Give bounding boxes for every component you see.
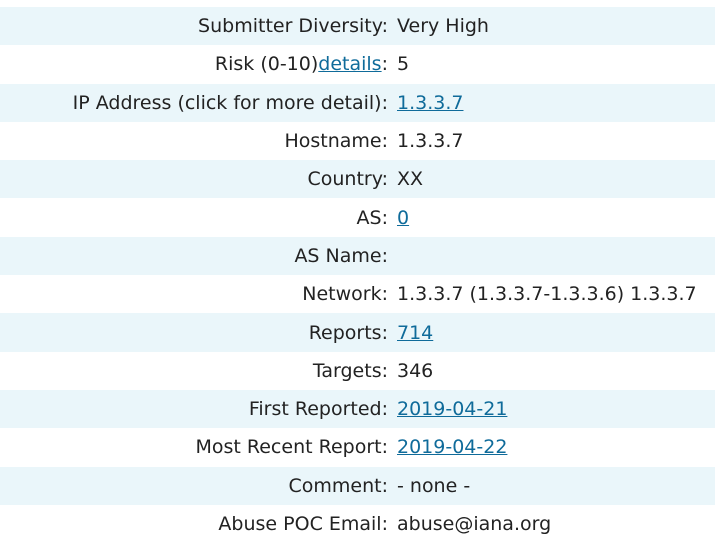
value-abuse-poc-email: abuse@iana.org <box>397 513 552 535</box>
row-country: Country: XX <box>0 160 715 199</box>
first-reported-link[interactable]: 2019-04-21 <box>397 398 507 420</box>
label-hostname: Hostname <box>284 130 382 153</box>
row-most-recent-report: Most Recent Report: 2019-04-22 <box>0 428 715 466</box>
label-as-name: AS Name <box>294 244 382 267</box>
as-number-link[interactable]: 0 <box>397 207 409 229</box>
label-comment: Comment <box>288 474 382 497</box>
label-as: AS <box>356 206 382 229</box>
label-reports: Reports <box>308 321 382 344</box>
value-comment: - none - <box>397 474 471 497</box>
label-separator: : <box>381 244 388 267</box>
row-as-name: AS Name: <box>0 236 715 276</box>
reports-link[interactable]: 714 <box>397 322 433 344</box>
label-most-recent-report: Most Recent Report <box>195 436 382 459</box>
label-network: Network <box>302 283 382 306</box>
label-country: Country <box>307 168 382 191</box>
row-reports: Reports: 714 <box>0 313 715 352</box>
row-first-reported: First Reported: 2019-04-21 <box>0 389 715 429</box>
value-network: 1.3.3.7 (1.3.3.7-1.3.3.6) 1.3.3.7 <box>397 283 697 306</box>
row-network: Network: 1.3.3.7 (1.3.3.7-1.3.3.6) 1.3.3… <box>0 275 715 313</box>
row-ip-address: IP Address (click for more detail): 1.3.… <box>0 83 715 122</box>
value-hostname: 1.3.3.7 <box>397 130 464 153</box>
label-submitter-diversity: Submitter Diversity <box>198 15 382 38</box>
row-submitter-diversity: Submitter Diversity: Very High <box>0 7 715 46</box>
label-targets: Targets <box>312 359 382 382</box>
row-risk: Risk (0-10)details: 5 <box>0 45 715 83</box>
value-country: XX <box>397 168 424 191</box>
row-targets: Targets: 346 <box>0 352 715 390</box>
label-risk: Risk (0-10) <box>214 53 319 76</box>
most-recent-report-link[interactable]: 2019-04-22 <box>397 436 507 458</box>
ip-address-link[interactable]: 1.3.3.7 <box>397 92 463 114</box>
row-comment: Comment: - none - <box>0 466 715 505</box>
value-submitter-diversity: Very High <box>397 15 489 38</box>
label-first-reported: First Reported <box>248 398 382 421</box>
value-risk: 5 <box>397 53 410 76</box>
ip-info-table: Submitter Diversity: Very High Risk (0-1… <box>0 7 715 543</box>
row-hostname: Hostname: 1.3.3.7 <box>0 122 715 160</box>
risk-details-link[interactable]: details <box>318 53 381 75</box>
label-abuse-poc-email: Abuse POC Email <box>218 513 382 535</box>
value-targets: 346 <box>397 359 434 382</box>
row-abuse-poc-email: Abuse POC Email: abuse@iana.org <box>0 505 715 543</box>
row-as: AS: 0 <box>0 198 715 236</box>
label-ip-address: IP Address (click for more detail) <box>72 91 382 114</box>
